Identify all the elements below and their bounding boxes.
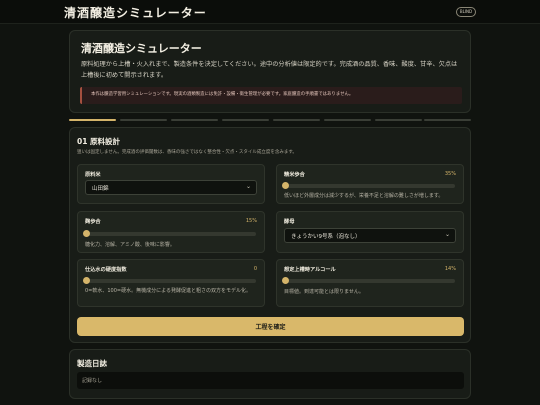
brewing-log-card: 製造日誌 記録なし	[69, 349, 471, 399]
polish-value: 35%	[444, 171, 456, 177]
alcohol-label: 想定上槽時アルコール	[284, 267, 336, 273]
intro-card: 清酒醸造シミュレーター 原料処理から上槽・火入れまで、製造条件を決定してください…	[69, 30, 471, 113]
param-koji-ratio: 麹歩合 15% 糖化力、溶解、アミノ酸、後味に影響。	[77, 211, 265, 253]
chevron-down-icon: ⌄	[245, 183, 251, 190]
param-yeast: 酵母 きょうかい9号系（泡なし） ⌄	[276, 211, 464, 253]
slider-thumb[interactable]	[83, 230, 90, 237]
step-segment	[273, 119, 320, 121]
koji-slider[interactable]	[83, 230, 256, 237]
raw-material-section: 01 原料設計 狙いは固定しません。完成酒の評価閾数は、香味の強さではなく整合性…	[69, 127, 471, 343]
step-segment	[120, 119, 167, 121]
confirm-step-label: 工程を確定	[255, 324, 286, 331]
water-value: 0	[253, 266, 257, 272]
alcohol-hint: 目標値。到達可能とは限りません。	[284, 289, 364, 295]
param-water-hardness: 仕込水の硬度指数 0 0=軟水、100=硬水。無機成分による発酵促進と粗さの双方…	[77, 259, 265, 307]
polish-slider[interactable]	[282, 182, 455, 189]
alcohol-value: 14%	[444, 266, 456, 272]
log-title: 製造日誌	[77, 359, 107, 368]
polish-hint: 低いほど外層成分は減少するが、栄養不足と溶解の難しさが増します。	[284, 193, 444, 199]
slider-thumb[interactable]	[282, 277, 289, 284]
chevron-down-icon: ⌄	[444, 231, 450, 238]
app-title: 清酒醸造シミュレーター	[64, 6, 207, 20]
yeast-label: 酵母	[284, 219, 295, 225]
koji-label: 麹歩合	[85, 219, 101, 225]
slider-thumb[interactable]	[83, 277, 90, 284]
koji-value: 15%	[245, 218, 257, 224]
page-title: 清酒醸造シミュレーター	[81, 42, 202, 55]
step-segment	[375, 119, 422, 121]
step-segment	[171, 119, 218, 121]
polish-label: 精米歩合	[284, 172, 305, 178]
water-label: 仕込水の硬度指数	[85, 267, 127, 273]
param-target-alcohol: 想定上槽時アルコール 14% 目標値。到達可能とは限りません。	[276, 259, 464, 307]
top-bar: 清酒醸造シミュレーター BLIND	[0, 0, 540, 24]
section-subtitle: 狙いは固定しません。完成酒の評価閾数は、香味の強さではなく整合性・欠点・スタイル…	[77, 150, 297, 155]
blind-mode-badge[interactable]: BLIND	[456, 7, 476, 17]
disclaimer-text: 本作は醸造学習用シミュレーションです。現実の酒類製造には免許・設備・衛生管理が必…	[91, 92, 354, 97]
yeast-selected-value: きょうかい9号系（泡なし）	[291, 234, 361, 240]
water-hint: 0=軟水、100=硬水。無機成分による発酵促進と粗さの双方をモデル化。	[85, 288, 251, 294]
yeast-select[interactable]: きょうかい9号系（泡なし） ⌄	[284, 228, 456, 243]
log-empty-text: 記録なし	[82, 378, 103, 384]
rice-selected-value: 山田錦	[92, 186, 109, 192]
slider-thumb[interactable]	[282, 182, 289, 189]
section-title: 01 原料設計	[77, 137, 121, 146]
step-segment	[69, 119, 116, 121]
param-polish-ratio: 精米歩合 35% 低いほど外層成分は減少するが、栄養不足と溶解の難しさが増します…	[276, 164, 464, 204]
alcohol-slider[interactable]	[282, 277, 455, 284]
step-segment	[222, 119, 269, 121]
step-progress	[69, 119, 471, 122]
confirm-step-button[interactable]: 工程を確定	[77, 317, 464, 336]
param-rice: 原料米 山田錦 ⌄	[77, 164, 265, 204]
log-list: 記録なし	[77, 372, 464, 389]
disclaimer-notice: 本作は醸造学習用シミュレーションです。現実の酒類製造には免許・設備・衛生管理が必…	[80, 87, 462, 104]
step-segment	[324, 119, 371, 121]
rice-label: 原料米	[85, 172, 101, 178]
step-segment	[424, 119, 471, 121]
water-slider[interactable]	[83, 277, 256, 284]
rice-select[interactable]: 山田錦 ⌄	[85, 180, 257, 195]
intro-description: 原料処理から上槽・火入れまで、製造条件を決定してください。途中の分析値は限定的で…	[81, 61, 458, 79]
koji-hint: 糖化力、溶解、アミノ酸、後味に影響。	[85, 242, 175, 248]
